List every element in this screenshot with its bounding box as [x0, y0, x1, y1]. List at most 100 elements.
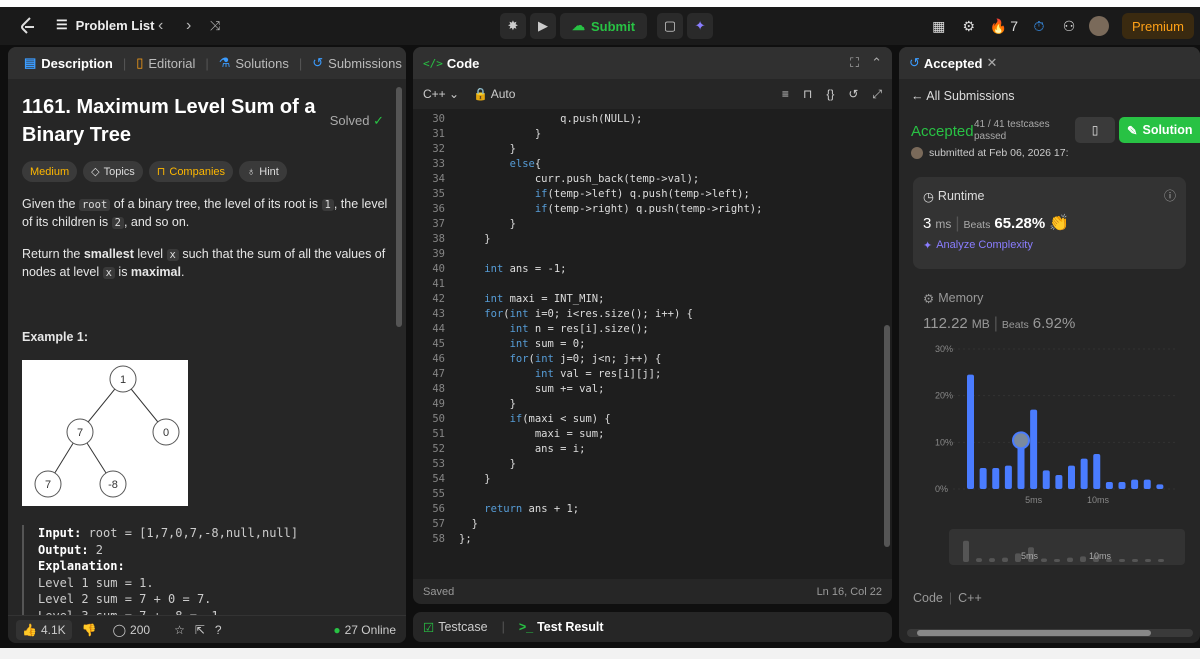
- share-icon[interactable]: ⇱: [195, 623, 205, 637]
- code-line: return ans + 1;: [484, 503, 580, 515]
- submit-label: Submit: [591, 18, 636, 34]
- like-button[interactable]: 👍 4.1K: [16, 619, 72, 640]
- input-value: root = [1,7,0,7,-8,null,null]: [81, 526, 299, 540]
- help-icon[interactable]: ?: [215, 623, 222, 637]
- fullscreen-icon[interactable]: ⛶: [850, 55, 859, 71]
- tab-submissions[interactable]: ↺ Submissions: [306, 55, 406, 71]
- lock-icon: 🔒: [473, 87, 489, 101]
- code-line: if(temp->right) q.push(temp->right);: [534, 203, 763, 215]
- problem-list-button[interactable]: ☰ Problem List: [56, 17, 154, 33]
- y-tick-label: 30%: [935, 344, 953, 354]
- flask-icon: ⚗: [218, 55, 231, 70]
- bookmark-icon[interactable]: ⊓: [803, 87, 812, 101]
- star-icon[interactable]: ☆: [174, 623, 185, 637]
- solution-button[interactable]: ✎ Solution: [1119, 117, 1200, 143]
- next-problem-icon[interactable]: ›: [186, 17, 191, 35]
- chart-range-selector[interactable]: 5ms 10ms: [949, 529, 1185, 565]
- chart-bar: [1042, 470, 1050, 489]
- horizontal-scrollbar[interactable]: [907, 629, 1193, 637]
- testcase-tab[interactable]: ☑ Testcase: [423, 620, 488, 635]
- notes-button[interactable]: ▢: [657, 13, 684, 39]
- editor-toolbar: C++ ⌄ 🔒 Auto ≡ ⊓ {} ↺ ⤢: [413, 79, 892, 109]
- solved-badge: Solved ✓: [330, 113, 384, 129]
- line-number: 48: [432, 383, 445, 395]
- code-line: int maxi = INT_MIN;: [484, 293, 605, 305]
- leetcode-logo-icon[interactable]: [18, 16, 38, 36]
- hint-tag[interactable]: ♁ Hint: [239, 161, 287, 182]
- memory-section: ⚙ Memory 112.22 MB | Beats 6.92% 30% 20% 10…: [913, 269, 1186, 577]
- companies-tag[interactable]: ⊓ Companies: [148, 161, 234, 182]
- code-line: sum += val;: [459, 383, 605, 395]
- editor-scrollbar[interactable]: [884, 325, 890, 547]
- close-icon[interactable]: ✕: [986, 55, 997, 71]
- scrollbar-thumb[interactable]: [917, 630, 1151, 636]
- problem-description: 1161. Maximum Level Sum of a Binary Tree…: [8, 93, 406, 624]
- shuffle-icon[interactable]: ⤨: [210, 18, 220, 34]
- submitted-info: submitted at Feb 06, 2026 17:: [911, 147, 1069, 159]
- add-friend-icon[interactable]: ⚇: [1054, 13, 1084, 39]
- explanation-label: Explanation:: [38, 559, 125, 573]
- language-select[interactable]: C++ ⌄: [423, 87, 459, 101]
- difficulty-tag[interactable]: Medium: [22, 161, 78, 182]
- tab-solutions-label: Solutions: [235, 55, 289, 71]
- comments-button[interactable]: ◯ 200: [113, 623, 150, 637]
- top-nav: ☰ Problem List ‹ › ⤨ ✸ ▶ ☁ Submit ▢ ✦ ▦ …: [0, 7, 1200, 45]
- runtime-stats: 3 ms | Beats 65.28% 👏: [923, 215, 1070, 232]
- sparkle-icon: ✦: [923, 240, 933, 252]
- comment-icon: ◯: [112, 622, 127, 637]
- topics-tag[interactable]: ◇ Topics: [83, 161, 143, 182]
- info-icon[interactable]: ⓘ: [1164, 187, 1176, 204]
- code-line: };: [459, 533, 472, 545]
- tab-description[interactable]: ▤ Description: [18, 55, 119, 71]
- history-icon: ↺: [909, 55, 920, 70]
- description-scrollbar[interactable]: [396, 87, 402, 327]
- mini-chart-bar: [1119, 559, 1125, 562]
- play-icon: ▶: [538, 18, 548, 33]
- tab-solutions[interactable]: ⚗ Solutions: [213, 55, 295, 71]
- tab-description-label: Description: [41, 55, 113, 71]
- chart-bar: [1004, 465, 1012, 489]
- example-tree-image: 1 7 0 7 -8: [22, 360, 188, 506]
- streak-counter[interactable]: 🔥 7: [984, 13, 1024, 39]
- submit-button[interactable]: ☁ Submit: [560, 13, 648, 39]
- expand-icon[interactable]: ⤢: [872, 87, 882, 102]
- chart-bar: [1055, 475, 1063, 489]
- runtime-card[interactable]: ◷ Runtime ⓘ 3 ms | Beats 65.28% 👏 ✦ Analyz…: [913, 177, 1186, 269]
- prev-problem-icon[interactable]: ‹: [158, 17, 163, 35]
- accepted-tab-label[interactable]: Accepted: [924, 56, 983, 71]
- analyze-complexity-link[interactable]: ✦ Analyze Complexity: [923, 239, 1033, 252]
- example-title: Example 1:: [22, 330, 89, 344]
- runtime-distribution-chart[interactable]: 30% 20% 10% 0% 5ms 10ms: [913, 339, 1185, 509]
- memory-unit: MB: [971, 317, 990, 331]
- debug-button[interactable]: ✸: [500, 13, 526, 39]
- premium-button[interactable]: Premium: [1121, 13, 1194, 39]
- auto-mode[interactable]: 🔒 Auto: [473, 87, 515, 101]
- collapse-icon[interactable]: ⌃: [871, 55, 882, 71]
- editorial-book-button[interactable]: ▯: [1075, 117, 1115, 143]
- code-label: Code: [913, 591, 943, 605]
- test-result-tab[interactable]: >_ Test Result: [519, 620, 604, 634]
- tree-node-label: 7: [45, 479, 51, 491]
- run-button[interactable]: ▶: [530, 13, 556, 39]
- braces-icon[interactable]: {}: [826, 87, 834, 101]
- auto-mode-label: Auto: [490, 87, 516, 101]
- ai-button[interactable]: ✦: [687, 13, 714, 39]
- runtime-label: Runtime: [937, 189, 985, 203]
- code-editor[interactable]: 30 q.push(NULL); 31 } 32 } 33 else{34 curr.…: [413, 109, 892, 579]
- reset-icon[interactable]: ↺: [848, 87, 858, 101]
- line-number: 50: [432, 413, 445, 425]
- format-icon[interactable]: ≡: [782, 87, 789, 101]
- thumbs-down-icon[interactable]: 👎: [82, 623, 97, 637]
- timer-icon[interactable]: ⏱: [1024, 13, 1054, 39]
- history-icon: ↺: [312, 55, 324, 70]
- all-submissions-link[interactable]: ← All Submissions: [911, 89, 1188, 103]
- line-number: 42: [432, 293, 445, 305]
- avatar[interactable]: [1084, 13, 1114, 39]
- tab-editorial[interactable]: ▯ Editorial: [130, 55, 201, 71]
- layout-icon[interactable]: ▦: [924, 13, 954, 39]
- code-panel: </> Code ⛶ ⌃ C++ ⌄ 🔒 Auto ≡ ⊓ {} ↺ ⤢ 30 …: [413, 47, 892, 604]
- memory-stats: 112.22 MB | Beats 6.92%: [923, 315, 1076, 332]
- x-tick-label: 10ms: [1087, 495, 1110, 505]
- settings-gear-icon[interactable]: ⚙: [954, 13, 984, 39]
- mini-chart-bar: [963, 540, 969, 562]
